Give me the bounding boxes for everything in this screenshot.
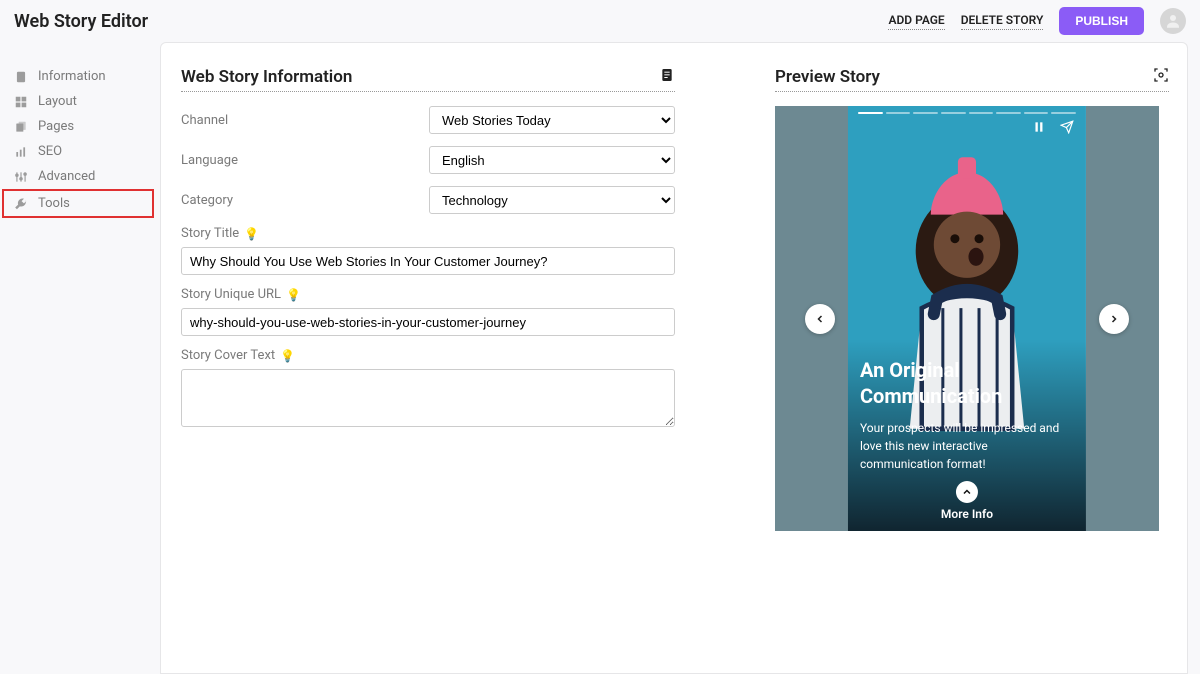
url-input[interactable]	[181, 308, 675, 336]
field-channel: Channel Web Stories Today	[181, 106, 675, 134]
field-title: Story Title 💡	[181, 226, 675, 275]
preview-title: Preview Story	[775, 67, 880, 87]
sliders-icon	[14, 170, 28, 184]
more-info-button[interactable]: More Info	[848, 481, 1086, 531]
channel-select[interactable]: Web Stories Today	[429, 106, 675, 134]
overlay-text: An Original Communication Your prospects…	[848, 357, 1086, 481]
progress-bars	[858, 112, 1076, 114]
chevron-left-icon	[814, 313, 826, 325]
sidebar-item-pages[interactable]: Pages	[0, 114, 160, 139]
cover-textarea[interactable]	[181, 369, 675, 427]
avatar[interactable]	[1160, 8, 1186, 34]
sidebar-item-label: Pages	[38, 119, 74, 134]
sidebar-item-label: Advanced	[38, 169, 95, 184]
language-select[interactable]: English	[429, 146, 675, 174]
title-label: Story Title	[181, 226, 239, 241]
main-panel: Web Story Information Channel Web Storie…	[160, 42, 1188, 674]
document-icon	[659, 67, 675, 87]
sidebar-item-information[interactable]: Information	[0, 64, 160, 89]
sidebar-item-label: SEO	[38, 144, 62, 159]
add-page-button[interactable]: ADD PAGE	[888, 13, 944, 30]
sidebar-item-seo[interactable]: SEO	[0, 139, 160, 164]
sidebar: Information Layout Pages SEO Advanced To…	[0, 42, 160, 674]
bulb-icon: 💡	[286, 288, 301, 302]
chart-icon	[14, 145, 28, 159]
header: Web Story Editor ADD PAGE DELETE STORY P…	[0, 0, 1200, 42]
chevron-right-icon	[1108, 313, 1120, 325]
sidebar-item-label: Layout	[38, 94, 77, 109]
field-url: Story Unique URL 💡	[181, 287, 675, 336]
bulb-icon: 💡	[280, 349, 295, 363]
grid-icon	[14, 95, 28, 109]
delete-story-button[interactable]: DELETE STORY	[961, 13, 1044, 30]
pause-icon[interactable]	[1032, 120, 1046, 138]
stack-icon	[14, 120, 28, 134]
publish-button[interactable]: PUBLISH	[1059, 7, 1144, 35]
section-head-info: Web Story Information	[181, 67, 675, 92]
body: Information Layout Pages SEO Advanced To…	[0, 42, 1200, 674]
channel-label: Channel	[181, 113, 429, 128]
next-button[interactable]	[1099, 304, 1129, 334]
category-select[interactable]: Technology	[429, 186, 675, 214]
preview-body: Your prospects will be impressed and lov…	[860, 419, 1074, 473]
field-language: Language English	[181, 146, 675, 174]
sidebar-item-tools[interactable]: Tools	[4, 191, 152, 216]
cover-label: Story Cover Text	[181, 348, 275, 363]
scan-icon[interactable]	[1153, 67, 1169, 87]
preview-heading: An Original Communication	[860, 357, 1074, 409]
sidebar-item-advanced[interactable]: Advanced	[0, 164, 160, 189]
preview-frame: An Original Communication Your prospects…	[848, 106, 1086, 531]
sidebar-item-label: Information	[38, 69, 106, 84]
header-actions: ADD PAGE DELETE STORY PUBLISH	[888, 7, 1186, 35]
sidebar-tools-highlight: Tools	[2, 189, 154, 218]
form-column: Web Story Information Channel Web Storie…	[181, 67, 675, 655]
field-cover: Story Cover Text 💡	[181, 348, 675, 431]
sidebar-item-label: Tools	[38, 196, 70, 211]
section-title: Web Story Information	[181, 67, 352, 87]
story-top-controls	[1032, 120, 1074, 138]
app-title: Web Story Editor	[14, 11, 148, 32]
field-category: Category Technology	[181, 186, 675, 214]
language-label: Language	[181, 153, 429, 168]
section-head-preview: Preview Story	[775, 67, 1169, 92]
user-icon	[1164, 12, 1182, 30]
category-label: Category	[181, 193, 429, 208]
wrench-icon	[14, 197, 28, 211]
bulb-icon: 💡	[244, 227, 259, 241]
preview-column: Preview Story	[775, 67, 1169, 655]
chevron-up-icon	[956, 481, 978, 503]
more-info-label: More Info	[848, 507, 1086, 521]
url-label: Story Unique URL	[181, 287, 281, 302]
prev-button[interactable]	[805, 304, 835, 334]
title-input[interactable]	[181, 247, 675, 275]
document-icon	[14, 70, 28, 84]
sidebar-item-layout[interactable]: Layout	[0, 89, 160, 114]
share-icon[interactable]	[1060, 120, 1074, 138]
preview-stage: An Original Communication Your prospects…	[775, 106, 1159, 531]
